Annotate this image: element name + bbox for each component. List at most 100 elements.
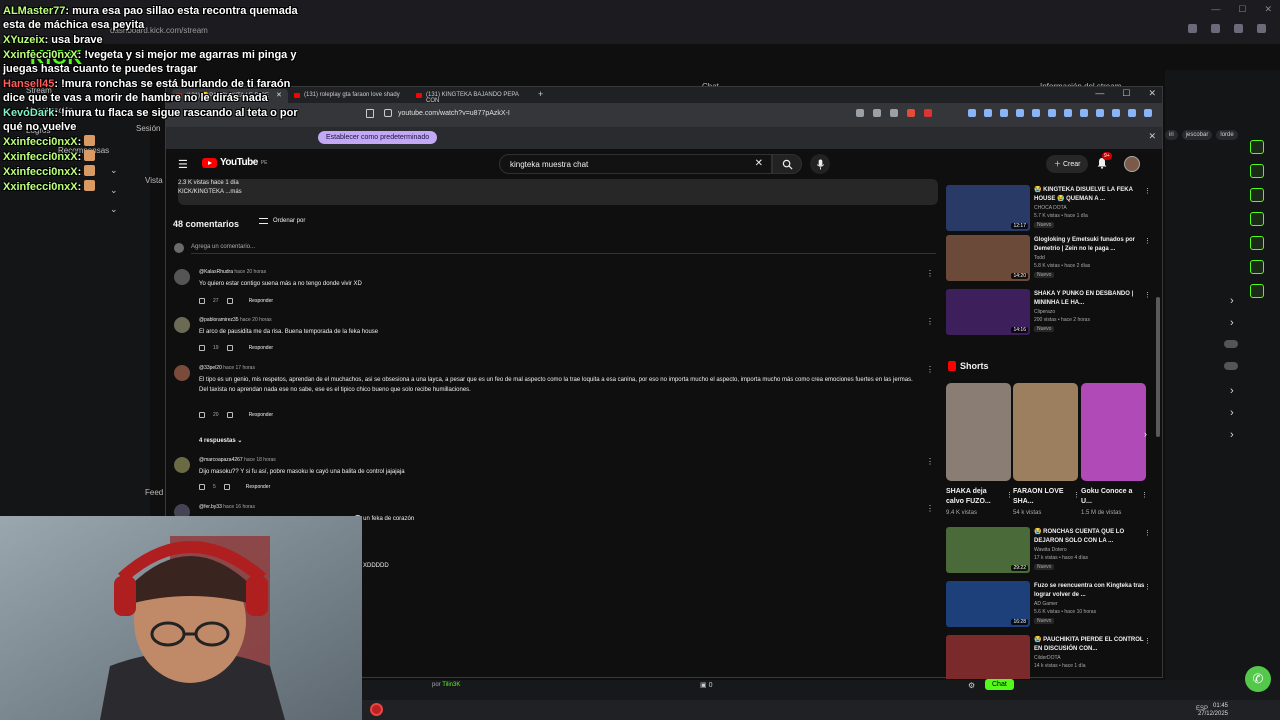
more-options-icon[interactable]: ⋮ [1144, 583, 1151, 591]
comment-time[interactable]: hace 20 horas [234, 269, 266, 275]
credit-user[interactable]: Tilin3K [442, 682, 460, 688]
more-options-icon[interactable]: ⋮ [926, 457, 934, 466]
comment-time[interactable]: hace 17 horas [223, 365, 255, 371]
video-title[interactable]: Glogloking y Emetsuki funados por Demetr… [1034, 236, 1146, 254]
comment-author[interactable]: @fer.by33 [199, 504, 222, 510]
comment-time[interactable]: hace 20 horas [240, 317, 272, 323]
extension-icon[interactable] [1112, 109, 1120, 117]
more-options-icon[interactable]: ⋮ [1006, 491, 1013, 499]
chevron-right-icon[interactable]: › [1144, 429, 1147, 439]
chevron-right-icon[interactable]: › [1230, 380, 1234, 402]
extension-icon[interactable] [968, 109, 976, 117]
maximize-icon[interactable]: ☐ [1238, 4, 1246, 15]
user-avatar[interactable] [1124, 156, 1140, 172]
extension-icon[interactable] [1128, 109, 1136, 117]
extension-icon[interactable] [1096, 109, 1104, 117]
video-thumbnail[interactable]: 14:16 [946, 289, 1030, 335]
comment-author[interactable]: @33pel20 [199, 365, 222, 371]
channel-name[interactable]: Wawita Dotero [1034, 547, 1067, 553]
new-tab-button[interactable]: + [538, 89, 543, 99]
comment-author[interactable]: @pabloramirez35 [199, 317, 239, 323]
short-thumbnail[interactable] [1081, 383, 1146, 481]
close-icon[interactable]: ✕ [1148, 131, 1156, 142]
like-icon[interactable] [199, 484, 205, 490]
extension-icon[interactable] [1211, 24, 1220, 33]
user-chip[interactable]: iri [1165, 130, 1178, 140]
video-title[interactable]: SHAKA Y PUNKO EN DESBANDO | MININHA LE H… [1034, 290, 1146, 308]
dislike-icon[interactable] [226, 298, 233, 304]
minimize-icon[interactable]: — [1211, 4, 1220, 15]
share-icon[interactable] [873, 109, 881, 117]
more-options-icon[interactable]: ⋮ [926, 504, 934, 513]
short-item[interactable]: Goku Conoce a U... 1.5 M de vistas ⋮ [1081, 383, 1148, 516]
more-options-icon[interactable]: ⋮ [1144, 529, 1151, 537]
settings-icon[interactable]: ⚙ [968, 681, 975, 690]
short-title[interactable]: SHAKA deja calvo FUZO... [946, 487, 1004, 507]
dislike-icon[interactable] [226, 345, 233, 351]
add-comment-input[interactable]: Agrega un comentario... [191, 244, 255, 250]
more-options-icon[interactable]: ⋮ [1144, 637, 1151, 645]
extension-icon[interactable] [1032, 109, 1040, 117]
reply-button[interactable]: Responder [249, 298, 273, 304]
recommended-video[interactable]: 😭 PAUCHIKITA PIERDE EL CONTROL EN DISCUS… [946, 635, 1158, 679]
minimize-icon[interactable]: — [1095, 88, 1104, 99]
search-input[interactable] [510, 160, 750, 169]
tool-icon[interactable] [1250, 284, 1264, 298]
bookmark-icon[interactable] [366, 109, 374, 118]
create-button[interactable]: ＋ Crear [1046, 155, 1089, 173]
star-icon[interactable] [890, 109, 898, 117]
cast-icon[interactable] [856, 109, 864, 117]
toggle-switch[interactable] [1224, 362, 1238, 370]
maximize-icon[interactable]: ☐ [1122, 88, 1130, 99]
recommended-video[interactable]: 16:28 Fuzo se reencuentra con Kingteka t… [946, 581, 1158, 631]
kick-nav-feed[interactable]: Feed [145, 488, 163, 497]
extension-icon[interactable] [1016, 109, 1024, 117]
chevron-right-icon[interactable]: › [1230, 424, 1234, 446]
menu-icon[interactable] [1257, 24, 1266, 33]
close-icon[interactable]: ✕ [1264, 4, 1272, 15]
commenter-avatar[interactable] [174, 269, 190, 285]
kick-toolbar-icons[interactable] [1188, 24, 1266, 33]
recommended-video[interactable]: 29:22 😭 RONCHAS CUENTA QUE LO DEJARON SO… [946, 527, 1158, 577]
dislike-icon[interactable] [226, 412, 233, 418]
commenter-avatar[interactable] [174, 317, 190, 333]
reply-button[interactable]: Responder [249, 345, 273, 351]
short-thumbnail[interactable] [1013, 383, 1078, 481]
video-thumbnail[interactable]: 14:20 [946, 235, 1030, 281]
site-info-icon[interactable] [384, 109, 392, 117]
more-options-icon[interactable]: ⋮ [1144, 237, 1151, 245]
more-options-icon[interactable]: ⋮ [1144, 187, 1151, 195]
channel-name[interactable]: Cliperazo [1034, 309, 1055, 315]
download-icon[interactable] [1234, 24, 1243, 33]
tool-icon[interactable] [1250, 260, 1264, 274]
channel-name[interactable]: CHOCA DOTA [1034, 205, 1067, 211]
tool-icon[interactable] [1250, 212, 1264, 226]
video-thumbnail[interactable] [946, 635, 1030, 679]
more-options-icon[interactable]: ⋮ [926, 269, 934, 278]
channel-name[interactable]: AD Gamer [1034, 601, 1058, 607]
kick-chevrons[interactable]: › › › [1230, 380, 1234, 446]
chat-bubble-icon[interactable]: ✆ [1245, 666, 1271, 692]
video-title[interactable]: 😭 RONCHAS CUENTA QUE LO DEJARON SOLO CON… [1034, 528, 1146, 546]
recommended-video[interactable]: 14:20 Glogloking y Emetsuki funados por … [946, 235, 1158, 285]
voice-search-button[interactable] [810, 154, 830, 174]
more-options-icon[interactable]: ⋮ [1144, 291, 1151, 299]
short-item[interactable]: SHAKA deja calvo FUZO... 9.4 K vistas ⋮ [946, 383, 1013, 516]
more-options-icon[interactable]: ⋮ [926, 365, 934, 374]
record-icon[interactable] [370, 703, 383, 716]
like-icon[interactable] [199, 412, 205, 418]
tool-icon[interactable] [1250, 236, 1264, 250]
extension-icon[interactable] [984, 109, 992, 117]
tool-icon[interactable] [1250, 188, 1264, 202]
video-title[interactable]: 😭 KINGTEKA DISUELVE LA FEKA HOUSE 😭 QUEM… [1034, 186, 1146, 204]
user-chip[interactable]: jescobar [1181, 130, 1213, 140]
chevron-right-icon[interactable]: › [1230, 290, 1234, 312]
toggle-switch[interactable] [1224, 340, 1238, 348]
chevron-right-icon[interactable]: › [1230, 402, 1234, 424]
search-button[interactable] [772, 154, 802, 174]
short-title[interactable]: FARAON LOVE SHA... [1013, 487, 1071, 507]
extension-icon[interactable] [1048, 109, 1056, 117]
kick-chevrons[interactable]: › › [1230, 290, 1234, 334]
extension-icon[interactable] [1000, 109, 1008, 117]
clear-search-icon[interactable]: ✕ [755, 158, 763, 169]
